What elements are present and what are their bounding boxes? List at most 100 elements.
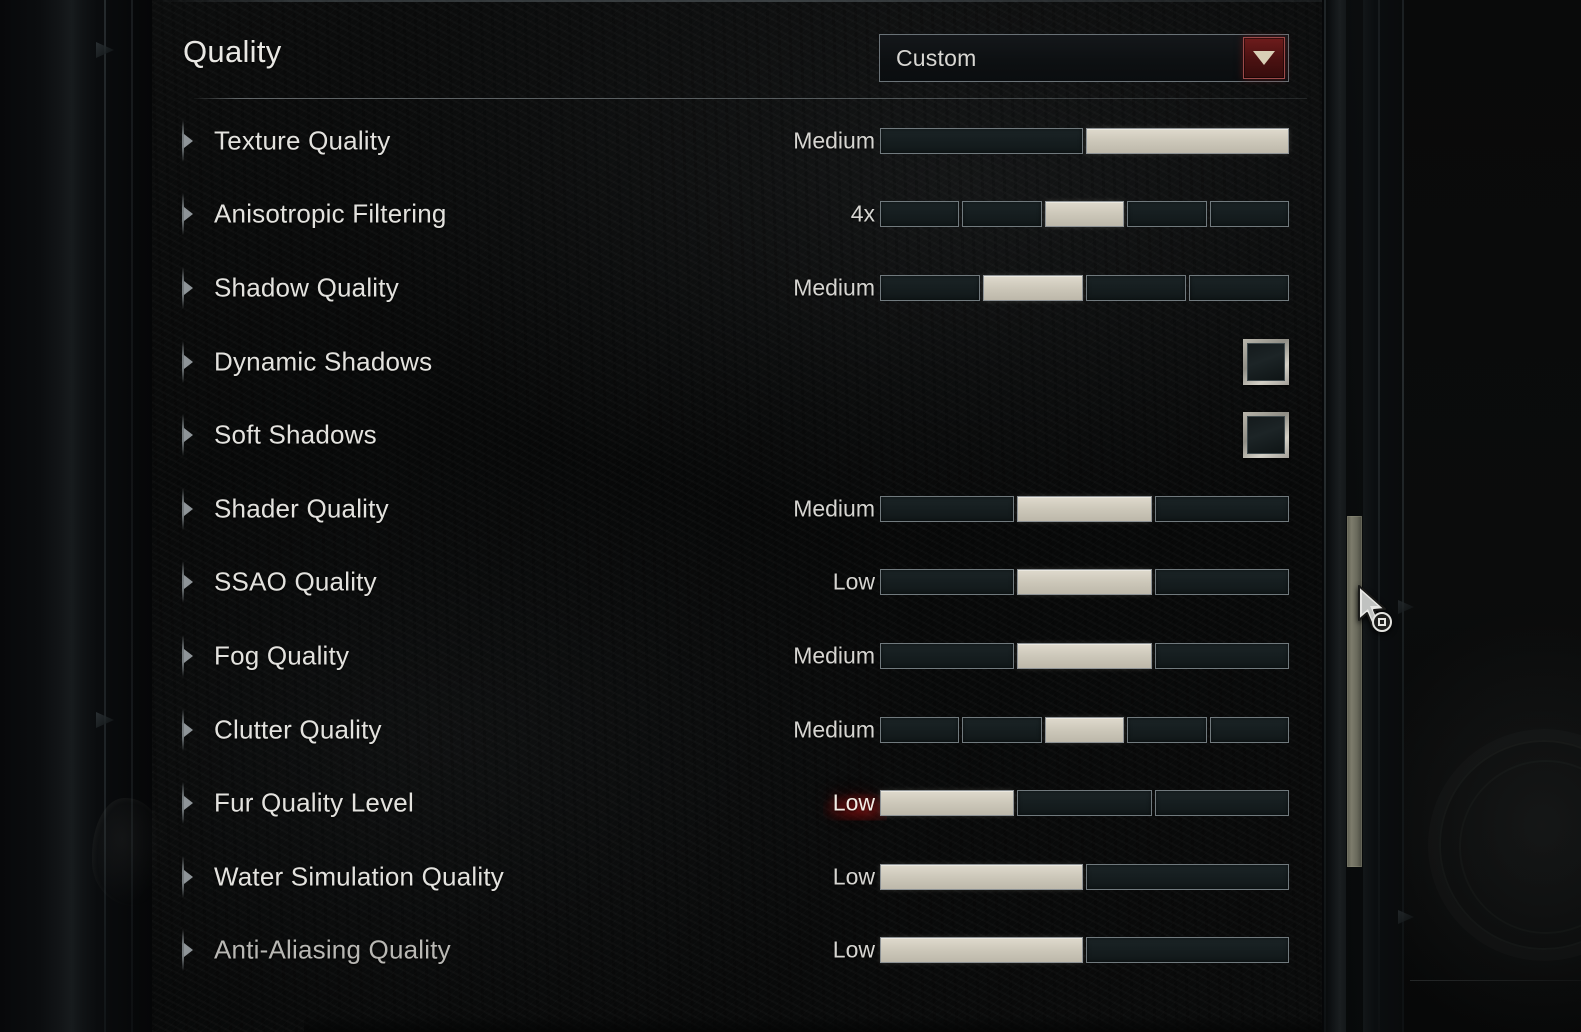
slider-segment[interactable]	[1154, 569, 1289, 596]
slider-segment[interactable]	[1154, 495, 1289, 522]
setting-slider[interactable]	[880, 790, 1289, 817]
setting-value: 4x	[850, 200, 875, 227]
setting-label: Shadow Quality	[214, 272, 399, 303]
slider-segment[interactable]	[1086, 863, 1289, 890]
setting-value: Medium	[793, 274, 875, 301]
settings-row[interactable]: Fog Quality Medium	[174, 619, 1307, 693]
setting-label: Water Simulation Quality	[214, 861, 504, 892]
setting-slider[interactable]	[880, 642, 1289, 669]
settings-screen: Quality Custom Texture Quality Medium Anis…	[0, 0, 1581, 1032]
settings-row[interactable]: Texture Quality Medium	[174, 104, 1307, 178]
slider-segment[interactable]	[880, 937, 1083, 964]
slider-segment[interactable]	[1127, 716, 1207, 743]
setting-label: SSAO Quality	[214, 566, 377, 597]
checkbox-inner	[1247, 416, 1285, 455]
slider-segment[interactable]	[880, 495, 1015, 522]
slider-segment[interactable]	[880, 201, 960, 228]
row-marker-triangle-icon	[182, 119, 196, 162]
slider-segment[interactable]	[983, 274, 1083, 301]
setting-checkbox[interactable]	[1243, 338, 1289, 385]
row-marker-triangle-icon	[182, 487, 196, 530]
setting-label: Soft Shadows	[214, 419, 377, 450]
setting-slider[interactable]	[880, 495, 1289, 522]
setting-value: Low	[832, 568, 875, 595]
setting-slider[interactable]	[880, 863, 1289, 890]
settings-row[interactable]: Shader Quality Medium	[174, 472, 1307, 546]
slider-segment[interactable]	[1086, 127, 1289, 154]
setting-slider[interactable]	[880, 937, 1289, 964]
slider-segment[interactable]	[1017, 790, 1152, 817]
setting-slider[interactable]	[880, 569, 1289, 596]
setting-label: Dynamic Shadows	[214, 346, 433, 377]
slider-segment[interactable]	[880, 642, 1015, 669]
vertical-scrollbar-thumb[interactable]	[1347, 516, 1362, 867]
panel-top-edge	[152, 0, 1322, 2]
slider-segment[interactable]	[962, 201, 1042, 228]
bottom-fade-overlay	[304, 1016, 1474, 1032]
settings-row[interactable]: Soft Shadows	[174, 398, 1307, 472]
setting-checkbox[interactable]	[1243, 412, 1289, 459]
settings-row[interactable]: SSAO Quality Low	[174, 546, 1307, 620]
slider-segment[interactable]	[1017, 569, 1152, 596]
slider-segment[interactable]	[962, 716, 1042, 743]
setting-slider[interactable]	[880, 716, 1290, 743]
slider-segment[interactable]	[1044, 201, 1125, 228]
row-marker-triangle-icon	[182, 855, 196, 898]
slider-segment[interactable]	[1086, 937, 1289, 964]
setting-slider[interactable]	[880, 274, 1289, 301]
setting-label: Anti-Aliasing Quality	[214, 934, 451, 965]
page-title: Quality	[183, 34, 282, 69]
checkbox-inner	[1247, 342, 1285, 381]
slider-segment[interactable]	[880, 569, 1015, 596]
setting-value: Low	[832, 936, 875, 963]
slider-segment[interactable]	[1017, 642, 1152, 669]
settings-row[interactable]: Anti-Aliasing Quality Low	[174, 914, 1307, 988]
setting-label: Texture Quality	[214, 125, 391, 156]
setting-value: Medium	[793, 127, 875, 154]
settings-row[interactable]: Clutter Quality Medium	[174, 693, 1307, 767]
slider-segment[interactable]	[1017, 495, 1152, 522]
settings-row[interactable]: Water Simulation Quality Low	[174, 840, 1307, 914]
medallion-glyph-icon	[92, 798, 164, 906]
setting-slider[interactable]	[880, 201, 1290, 228]
setting-value: Medium	[793, 642, 875, 669]
settings-row-list: Texture Quality Medium Anisotropic Filteri…	[174, 104, 1307, 987]
row-marker-triangle-icon	[182, 266, 196, 309]
row-marker-triangle-icon	[182, 929, 196, 972]
setting-value: Medium	[793, 716, 875, 743]
row-marker-triangle-icon	[182, 634, 196, 677]
slider-segment[interactable]	[1127, 201, 1207, 228]
slider-segment[interactable]	[1154, 642, 1289, 669]
settings-row[interactable]: Fur Quality Level Low	[174, 766, 1307, 840]
slider-segment[interactable]	[1209, 716, 1290, 743]
settings-row[interactable]: Dynamic Shadows	[174, 325, 1307, 399]
right-panel-rule	[1410, 980, 1581, 981]
slider-segment[interactable]	[880, 274, 980, 301]
row-marker-triangle-icon	[182, 782, 196, 825]
setting-label: Anisotropic Filtering	[214, 198, 447, 229]
medallion-ring-icon	[1439, 740, 1581, 950]
settings-row[interactable]: Anisotropic Filtering 4x	[174, 178, 1307, 252]
setting-value: Medium	[793, 495, 875, 522]
settings-row[interactable]: Shadow Quality Medium	[174, 251, 1307, 325]
slider-segment[interactable]	[880, 863, 1083, 890]
slider-segment[interactable]	[1086, 274, 1186, 301]
quality-preset-expand-button[interactable]	[1243, 37, 1285, 79]
setting-label: Clutter Quality	[214, 714, 382, 745]
setting-label: Shader Quality	[214, 493, 389, 524]
setting-slider[interactable]	[880, 127, 1289, 154]
panel-header: Quality Custom	[174, 22, 1307, 100]
setting-value: Low	[822, 789, 888, 821]
quality-preset-dropdown[interactable]: Custom	[879, 34, 1289, 82]
slider-segment[interactable]	[880, 127, 1083, 154]
slider-segment[interactable]	[1044, 716, 1125, 743]
slider-segment[interactable]	[1154, 790, 1289, 817]
slider-segment[interactable]	[1189, 274, 1289, 301]
quality-preset-value: Custom	[896, 44, 977, 71]
right-frame-edge-a	[1324, 0, 1326, 1032]
slider-segment[interactable]	[880, 790, 1015, 817]
slider-segment[interactable]	[1209, 201, 1290, 228]
slider-segment[interactable]	[880, 716, 960, 743]
row-marker-triangle-icon	[182, 193, 196, 236]
right-background-ornament	[1404, 0, 1581, 1032]
